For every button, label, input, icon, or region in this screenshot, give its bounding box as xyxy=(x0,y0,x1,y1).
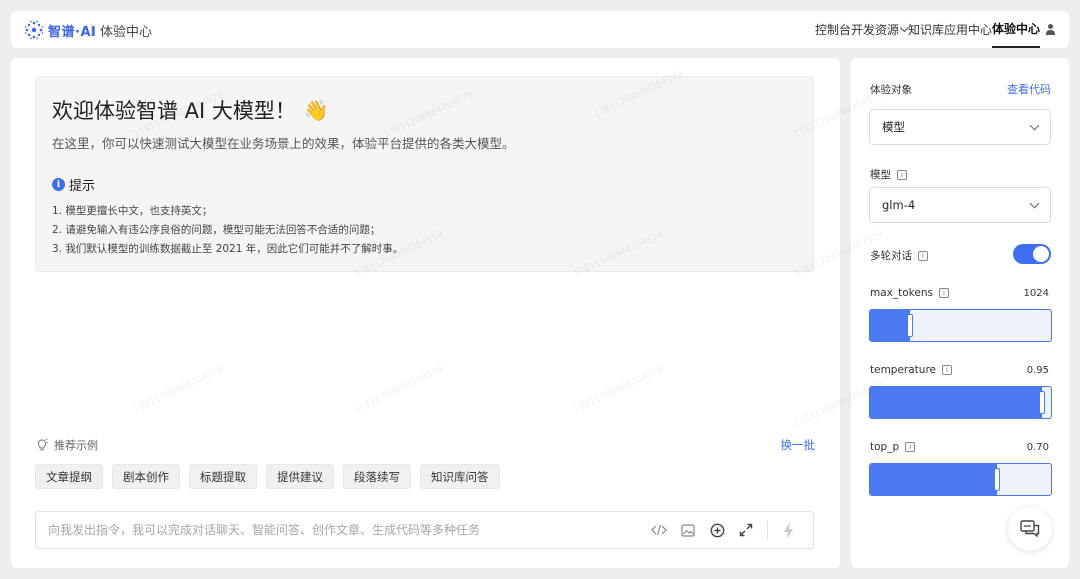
nav-console[interactable]: 控制台 xyxy=(815,11,851,48)
chat-fab-button[interactable] xyxy=(1008,507,1052,551)
top-p-label-text: top_p xyxy=(870,441,900,453)
image-icon[interactable] xyxy=(680,521,696,539)
page-title: 体验中心 xyxy=(100,25,153,40)
example-chip[interactable]: 文章提纲 xyxy=(35,464,103,489)
temperature-value: 0.95 xyxy=(1026,365,1049,376)
divider xyxy=(91,23,92,37)
chevron-down-icon xyxy=(1029,198,1040,209)
model-label-text: 模型 xyxy=(870,169,891,181)
help-icon[interactable]: i xyxy=(942,365,952,375)
top-nav: 控制台 开发资源 知识库应用中心 体验中心 xyxy=(815,11,1055,48)
max-tokens-label: max_tokens i xyxy=(870,287,949,299)
temperature-label-text: temperature xyxy=(870,364,936,376)
info-icon: i xyxy=(52,178,65,191)
settings-panel: 体验对象 查看代码 模型 模型 i glm-4 多轮对话 i max_token… xyxy=(851,58,1069,568)
help-icon[interactable]: i xyxy=(905,442,916,452)
welcome-title-text: 欢迎体验智谱 AI 大模型！ xyxy=(52,99,296,123)
temperature-label: temperature i xyxy=(870,364,952,376)
code-icon[interactable] xyxy=(651,521,667,539)
nav-dev-resources[interactable]: 开发资源 xyxy=(850,11,909,48)
help-icon[interactable]: i xyxy=(938,288,949,298)
input-tools xyxy=(651,521,797,539)
max-tokens-value: 1024 xyxy=(1023,288,1049,299)
view-code-link[interactable]: 查看代码 xyxy=(1007,81,1051,97)
example-chip[interactable]: 标题提取 xyxy=(189,464,257,489)
chat-panel: 欢迎体验智谱 AI 大模型！ 👋 在这里，你可以快速测试大模型在业务场景上的效果… xyxy=(11,58,840,568)
target-select[interactable]: 模型 xyxy=(869,109,1051,145)
expand-icon[interactable] xyxy=(738,521,754,539)
slider-handle[interactable] xyxy=(994,468,1000,491)
example-chip[interactable]: 剧本创作 xyxy=(112,464,180,489)
multi-turn-label-text: 多轮对话 xyxy=(870,250,912,262)
slider-fill xyxy=(870,310,910,341)
slider-fill xyxy=(870,464,997,495)
tip-item: 1. 模型更擅长中文，也支持英文； xyxy=(52,205,213,217)
multi-turn-label: 多轮对话 i xyxy=(870,248,928,263)
top-bar: 智谱·AI 体验中心 控制台 开发资源 知识库应用中心 体验中心 xyxy=(11,11,1069,48)
nav-experience[interactable]: 体验中心 xyxy=(991,11,1040,48)
top-p-label: top_p i xyxy=(870,441,916,453)
top-p-value: 0.70 xyxy=(1026,442,1049,453)
recommend-label: 推荐示例 xyxy=(54,439,98,452)
top-p-slider[interactable] xyxy=(869,463,1052,496)
logo-text: 智谱·AI xyxy=(48,24,97,40)
example-chip[interactable]: 知识库问答 xyxy=(420,464,500,489)
prompt-box xyxy=(35,511,814,549)
welcome-subtitle: 在这里，你可以快速测试大模型在业务场景上的效果，体验平台提供的各类大模型。 xyxy=(52,136,515,151)
tip-title: 提示 xyxy=(69,179,96,194)
tip-heading: i 提示 xyxy=(52,175,95,194)
target-select-value: 模型 xyxy=(882,120,905,134)
tip-item: 2. 请避免输入有违公序良俗的问题，模型可能无法回答不合适的问题； xyxy=(52,224,381,236)
welcome-card: 欢迎体验智谱 AI 大模型！ 👋 在这里，你可以快速测试大模型在业务场景上的效果… xyxy=(35,76,814,272)
lightning-icon[interactable] xyxy=(781,521,797,539)
prompt-input[interactable] xyxy=(48,512,638,548)
chevron-down-icon xyxy=(1029,120,1040,131)
model-label: 模型 i xyxy=(870,167,907,182)
tip-item: 3. 我们默认模型的训练数据截止至 2021 年，因此它们可能并不了解时事。 xyxy=(52,243,404,255)
welcome-title: 欢迎体验智谱 AI 大模型！ 👋 xyxy=(52,95,329,125)
nav-dev-resources-label: 开发资源 xyxy=(850,23,899,37)
chat-icon xyxy=(1020,520,1040,538)
help-icon[interactable]: i xyxy=(918,250,928,261)
plus-circle-icon[interactable] xyxy=(709,521,725,539)
waving-hand-icon: 👋 xyxy=(303,98,329,122)
refresh-examples-link[interactable]: 换一批 xyxy=(781,437,816,453)
user-icon[interactable] xyxy=(1046,24,1055,35)
logo-icon xyxy=(24,20,44,40)
max-tokens-label-text: max_tokens xyxy=(870,287,933,299)
logo[interactable]: 智谱·AI xyxy=(24,20,96,40)
multi-turn-toggle[interactable] xyxy=(1013,244,1051,264)
temperature-slider[interactable] xyxy=(869,386,1052,419)
slider-handle[interactable] xyxy=(1039,391,1045,414)
lightbulb-icon xyxy=(37,438,48,451)
model-select-value: glm-4 xyxy=(882,198,916,212)
divider xyxy=(767,521,768,539)
nav-knowledge-app[interactable]: 知识库应用中心 xyxy=(908,11,992,48)
recommend-header: 推荐示例 xyxy=(35,437,98,453)
max-tokens-slider[interactable] xyxy=(869,309,1052,342)
example-chips: 文章提纲 剧本创作 标题提取 提供建议 段落续写 知识库问答 xyxy=(35,464,500,489)
target-label: 体验对象 xyxy=(870,84,912,96)
slider-fill xyxy=(870,387,1042,418)
slider-handle[interactable] xyxy=(907,314,913,337)
example-chip[interactable]: 段落续写 xyxy=(343,464,411,489)
model-select[interactable]: glm-4 xyxy=(869,187,1051,223)
help-icon[interactable]: i xyxy=(897,169,907,180)
example-chip[interactable]: 提供建议 xyxy=(266,464,334,489)
tip-list: 1. 模型更擅长中文，也支持英文； 2. 请避免输入有违公序良俗的问题，模型可能… xyxy=(52,202,403,259)
